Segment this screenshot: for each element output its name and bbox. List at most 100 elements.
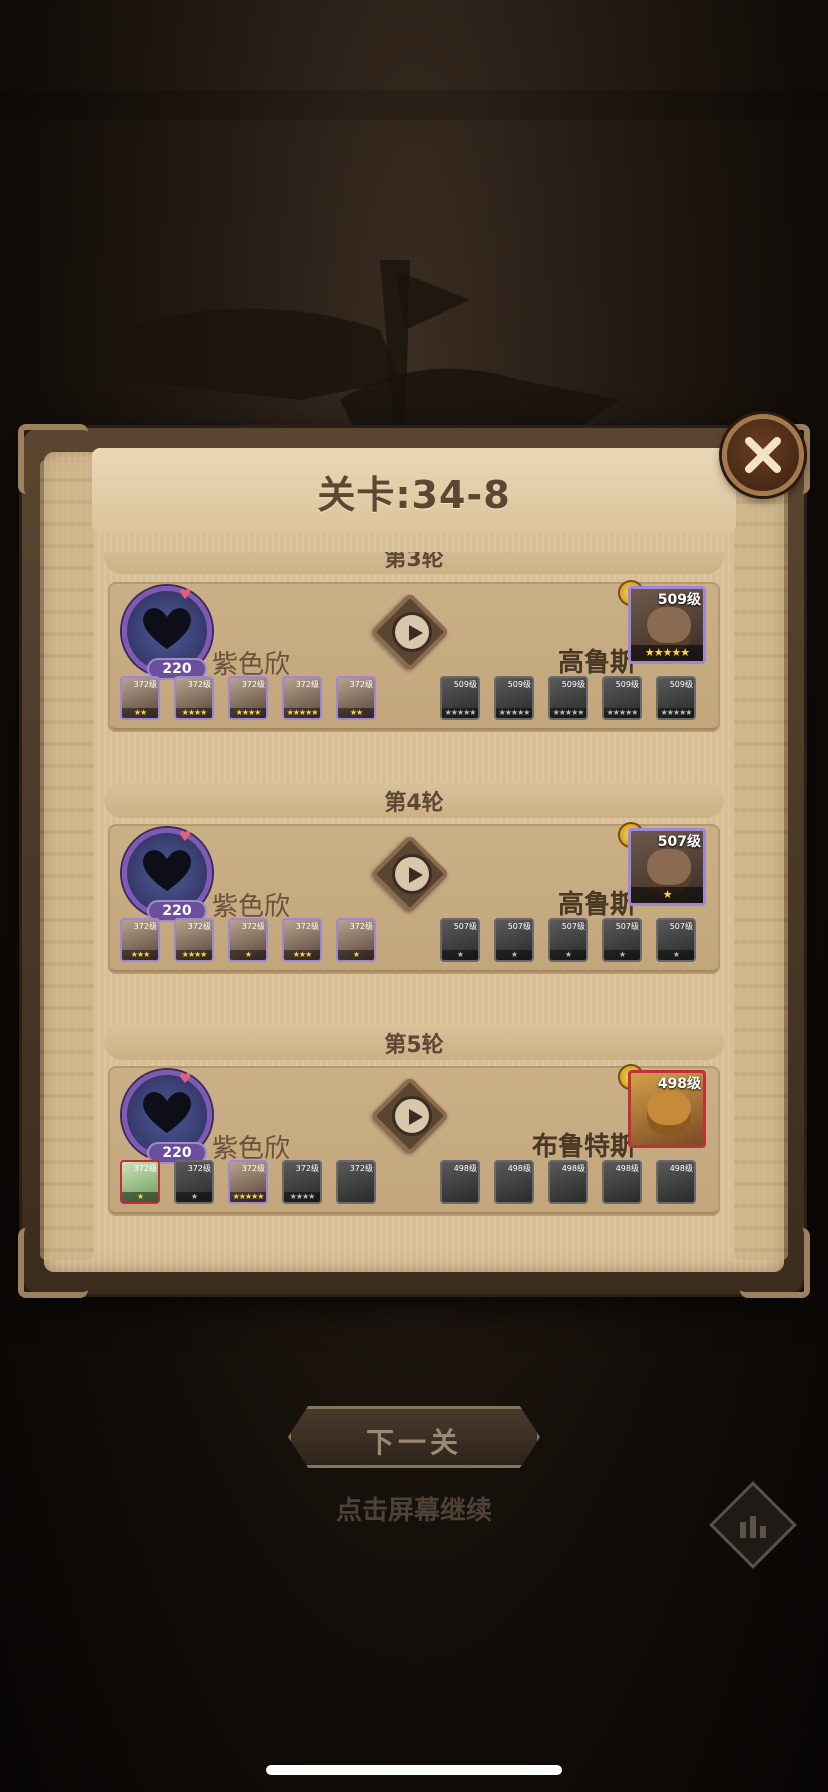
hero-icon[interactable]: 372级 ★★★ <box>120 918 160 962</box>
enemy-name: 高鲁斯 <box>557 648 636 678</box>
heart-icon: ♥ <box>179 1071 192 1087</box>
player-avatar[interactable]: ♥ 220 <box>122 1070 212 1164</box>
enemy-hero-icon[interactable]: 507级 ★ <box>602 918 642 962</box>
round-card: ♥ 220 紫色欣 布鲁特斯 498级 372级 ★ 372级 ★ 372级 ★★★★… <box>108 1064 720 1216</box>
enemy-hero-icon[interactable]: 498级 <box>494 1160 534 1204</box>
play-icon <box>409 867 423 883</box>
hero-stars: ★★★★★ <box>550 708 586 718</box>
home-indicator[interactable] <box>266 1765 562 1775</box>
hero-icon[interactable]: 372级 ★ <box>336 918 376 962</box>
hero-level: 507级 <box>669 922 693 931</box>
enemy-hero-icon[interactable]: 509级 ★★★★★ <box>494 676 534 720</box>
hero-level: 372级 <box>187 1164 211 1173</box>
hero-stars: ★★★★★ <box>658 708 694 718</box>
hero-icon[interactable]: 372级 <box>336 1160 376 1204</box>
hero-icon[interactable]: 372级 ★★★★★ <box>282 676 322 720</box>
frame-corner <box>740 1228 810 1298</box>
enemy-portrait[interactable]: 507级 ★ <box>628 828 706 906</box>
hero-stars: ★★ <box>338 708 374 718</box>
round-header: 第3轮 <box>104 552 724 574</box>
hero-stars: ★★★ <box>284 950 320 960</box>
hero-icon[interactable]: 372级 ★★★★★ <box>228 1160 268 1204</box>
hero-level: 372级 <box>349 922 373 931</box>
close-button[interactable] <box>722 414 804 496</box>
hero-level: 507级 <box>561 922 585 931</box>
enemy-level: 509级 <box>657 592 701 608</box>
enemy-hero-icon[interactable]: 509级 ★★★★★ <box>440 676 480 720</box>
hero-level: 498级 <box>669 1164 693 1173</box>
hero-stars: ★★★★ <box>284 1192 320 1202</box>
hero-level: 507级 <box>453 922 477 931</box>
replay-button[interactable] <box>392 854 432 894</box>
hero-stars: ★ <box>338 950 374 960</box>
enemy-level: 498级 <box>657 1076 701 1092</box>
hero-icon[interactable]: 372级 ★★ <box>120 676 160 720</box>
round-label: 第3轮 <box>384 552 444 572</box>
hero-icon[interactable]: 372级 ★ <box>228 918 268 962</box>
hero-level: 372级 <box>241 1164 265 1173</box>
enemy-portrait[interactable]: 498级 <box>628 1070 706 1148</box>
hero-stars: ★★ <box>122 708 158 718</box>
enemy-hero-icon[interactable]: 498级 <box>440 1160 480 1204</box>
hero-level: 498级 <box>615 1164 639 1173</box>
hero-level: 498级 <box>453 1164 477 1173</box>
player-avatar[interactable]: ♥ 220 <box>122 586 212 680</box>
next-stage-button[interactable]: 下一关 <box>288 1406 540 1468</box>
hero-icon[interactable]: 372级 ★★★★ <box>174 918 214 962</box>
hero-icon[interactable]: 372级 ★★★★ <box>228 676 268 720</box>
hero-icon[interactable]: 372级 ★★★ <box>282 918 322 962</box>
hero-icon[interactable]: 372级 ★★ <box>336 676 376 720</box>
enemy-hero-icon[interactable]: 509级 ★★★★★ <box>602 676 642 720</box>
tap-to-continue-hint[interactable]: 点击屏幕继续 <box>0 1490 828 1527</box>
hero-level: 372级 <box>133 922 157 931</box>
enemy-hero-icon[interactable]: 498级 <box>656 1160 696 1204</box>
stage-title: 关卡:34-8 <box>317 473 511 517</box>
panel-border-right <box>734 460 788 1260</box>
hero-level: 372级 <box>295 1164 319 1173</box>
enemy-stars: ★ <box>631 887 703 903</box>
enemy-stars: ★★★★★ <box>631 645 703 661</box>
enemy-hero-icon[interactable]: 509级 ★★★★★ <box>548 676 588 720</box>
hero-level: 507级 <box>615 922 639 931</box>
enemy-hero-icon[interactable]: 507级 ★ <box>656 918 696 962</box>
enemy-portrait[interactable]: 509级 ★★★★★ <box>628 586 706 664</box>
panel-border-left <box>40 460 94 1260</box>
hero-level: 509级 <box>669 680 693 689</box>
replay-button[interactable] <box>392 612 432 652</box>
hero-stars: ★ <box>442 950 478 960</box>
hero-stars: ★ <box>230 950 266 960</box>
hero-stars: ★★★★ <box>176 950 212 960</box>
replay-button[interactable] <box>392 1096 432 1136</box>
play-icon <box>409 1109 423 1125</box>
hero-stars: ★★★★ <box>176 708 212 718</box>
hero-icon[interactable]: 372级 ★ <box>120 1160 160 1204</box>
round-card: ♥ 220 紫色欣 高鲁斯 509级 ★★★★★ 372级 ★★ 372级 ★★★★… <box>108 580 720 732</box>
player-avatar[interactable]: ♥ 220 <box>122 828 212 922</box>
enemy-hero-icon[interactable]: 507级 ★ <box>440 918 480 962</box>
hero-level: 498级 <box>561 1164 585 1173</box>
hero-level: 509级 <box>561 680 585 689</box>
round-label: 第5轮 <box>384 1033 444 1058</box>
enemy-hero-icon[interactable]: 498级 <box>548 1160 588 1204</box>
round-card: ♥ 220 紫色欣 高鲁斯 507级 ★ 372级 ★★★ 372级 ★★★★ 37… <box>108 822 720 974</box>
hero-stars: ★ <box>658 950 694 960</box>
hero-level: 372级 <box>133 680 157 689</box>
enemy-hero-icon[interactable]: 507级 ★ <box>494 918 534 962</box>
enemy-hero-icon[interactable]: 498级 <box>602 1160 642 1204</box>
hero-icon[interactable]: 372级 ★★★★ <box>282 1160 322 1204</box>
hero-icon[interactable]: 372级 ★★★★ <box>174 676 214 720</box>
hero-stars: ★ <box>176 1192 212 1202</box>
hero-level: 372级 <box>187 922 211 931</box>
hero-stars: ★★★★ <box>230 708 266 718</box>
hero-icon[interactable]: 372级 ★ <box>174 1160 214 1204</box>
hero-stars: ★★★ <box>122 950 158 960</box>
round-list[interactable]: 第3轮 ♥ 220 紫色欣 高鲁斯 509级 ★★★★★ 372级 ★★ 372级… <box>104 552 724 1272</box>
enemy-hero-icon[interactable]: 507级 ★ <box>548 918 588 962</box>
hero-stars: ★★★★★ <box>496 708 532 718</box>
hero-stars: ★ <box>550 950 586 960</box>
hero-level: 372级 <box>295 922 319 931</box>
enemy-hero-icon[interactable]: 509级 ★★★★★ <box>656 676 696 720</box>
heart-icon: ♥ <box>179 587 192 603</box>
hero-level: 372级 <box>133 1164 157 1173</box>
enemy-level: 507级 <box>657 834 701 850</box>
